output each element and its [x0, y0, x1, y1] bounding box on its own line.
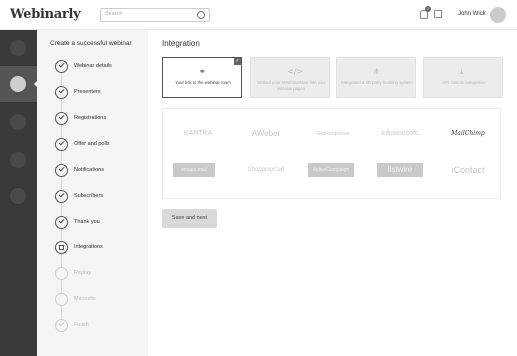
card-text: API custom integration — [442, 80, 486, 85]
check-icon — [55, 86, 68, 99]
step-webinar-details[interactable]: Webinar details — [55, 60, 145, 74]
service-shoppingcart[interactable]: ShoppingCart — [241, 163, 291, 177]
checkmark-icon: ✓ — [234, 58, 241, 65]
step-microsite: Microsite — [55, 293, 145, 307]
rail-icon — [10, 76, 26, 92]
step-presenters[interactable]: Presenters — [55, 86, 145, 100]
steps-panel: Create a successful webinar Webinar deta… — [37, 30, 148, 356]
api-icon: ⤓ — [460, 67, 464, 76]
card-text: Integrated a 3D party booking system — [341, 80, 413, 85]
step-integrations[interactable]: Integrations — [55, 241, 145, 255]
search-icon[interactable] — [197, 11, 205, 19]
card-text: Your link to the webinar room — [175, 80, 231, 85]
rail-item-2[interactable] — [0, 66, 37, 102]
step-label: Replay — [74, 270, 92, 276]
current-step-icon — [55, 241, 68, 254]
step-label: Webinar details — [74, 63, 112, 69]
check-icon — [55, 190, 68, 203]
service-listwire[interactable]: listwire — [377, 163, 423, 177]
step-label: Registrations — [74, 115, 107, 121]
step-label: Microsite — [74, 296, 97, 302]
card-booking-system[interactable]: ⋔ Integrated a 3D party booking system — [336, 57, 416, 98]
left-rail — [0, 30, 37, 356]
rail-item-1[interactable] — [0, 30, 37, 66]
avatar[interactable] — [490, 7, 506, 23]
step-label: Finish — [74, 322, 89, 328]
step-label: Subscribers — [74, 193, 104, 199]
check-icon — [55, 164, 68, 177]
rail-icon — [10, 40, 26, 56]
rail-icon — [10, 152, 26, 168]
service-icontact[interactable]: iContact — [443, 163, 493, 177]
step-finish: Finish — [55, 319, 145, 333]
service-aweber[interactable]: AWeber — [241, 127, 291, 141]
card-api[interactable]: ⤓ API custom integration — [423, 57, 503, 98]
main-content: Integration ✓ ⚭ Your link to the webinar… — [148, 30, 517, 356]
rail-item-5[interactable] — [0, 178, 37, 214]
card-webinar-link[interactable]: ✓ ⚭ Your link to the webinar room — [162, 57, 242, 98]
save-and-next-button[interactable]: Save and next — [162, 209, 217, 228]
services-panel: KARTRA AWeber GetResponse Infusionsoft. … — [162, 108, 501, 199]
check-icon — [55, 216, 68, 229]
app-logo[interactable]: Webinarly — [10, 7, 81, 22]
steps-title: Create a successful webinar — [50, 40, 132, 47]
check-icon — [55, 319, 68, 332]
top-bar: Webinarly Search 1 John Wick — [0, 0, 517, 30]
card-text: Embed your eWebinarNow into you webinar … — [257, 80, 325, 91]
code-icon: </> — [287, 67, 304, 76]
card-embed-code[interactable]: </> Embed your eWebinarNow into you webi… — [250, 57, 330, 98]
rail-icon — [10, 188, 26, 204]
service-mailchimp[interactable]: MailChimp — [443, 127, 493, 141]
share-icon: ⋔ — [373, 67, 380, 76]
step-notifications[interactable]: Notifications — [55, 164, 145, 178]
service-getresponse[interactable]: GetResponse — [308, 127, 358, 141]
step-subscribers[interactable]: Subscribers — [55, 190, 145, 204]
notification-badge: 1 — [425, 6, 431, 12]
service-kartra[interactable]: KARTRA — [173, 127, 223, 141]
rail-icon — [10, 114, 26, 130]
step-label: Notifications — [74, 167, 104, 173]
messages-icon[interactable] — [434, 10, 442, 18]
user-name[interactable]: John Wick — [458, 11, 486, 17]
search-placeholder: Search — [105, 11, 123, 17]
microsite-icon — [55, 293, 68, 306]
step-registrations[interactable]: Registrations — [55, 112, 145, 126]
check-icon — [55, 138, 68, 151]
step-label: Presenters — [74, 89, 101, 95]
service-infusionsoft[interactable]: Infusionsoft. — [375, 127, 425, 141]
service-activecampaign[interactable]: ActiveCampaign — [308, 163, 354, 177]
check-icon — [55, 60, 68, 73]
service-emacemail[interactable]: emace mail — [173, 163, 215, 177]
step-label: Offer and polls — [74, 141, 110, 147]
replay-icon — [55, 267, 68, 280]
page-title: Integration — [162, 39, 200, 48]
rail-item-4[interactable] — [0, 142, 37, 178]
check-icon — [55, 112, 68, 125]
step-label: Integrations — [74, 244, 103, 250]
link-icon: ⚭ — [199, 67, 206, 76]
step-thank-you[interactable]: Thank you — [55, 216, 145, 230]
search-input[interactable]: Search — [100, 8, 210, 22]
rail-item-3[interactable] — [0, 104, 37, 140]
step-replay: Replay — [55, 267, 145, 281]
step-label: Thank you — [74, 219, 100, 225]
step-offer-and-polls[interactable]: Offer and polls — [55, 138, 145, 152]
